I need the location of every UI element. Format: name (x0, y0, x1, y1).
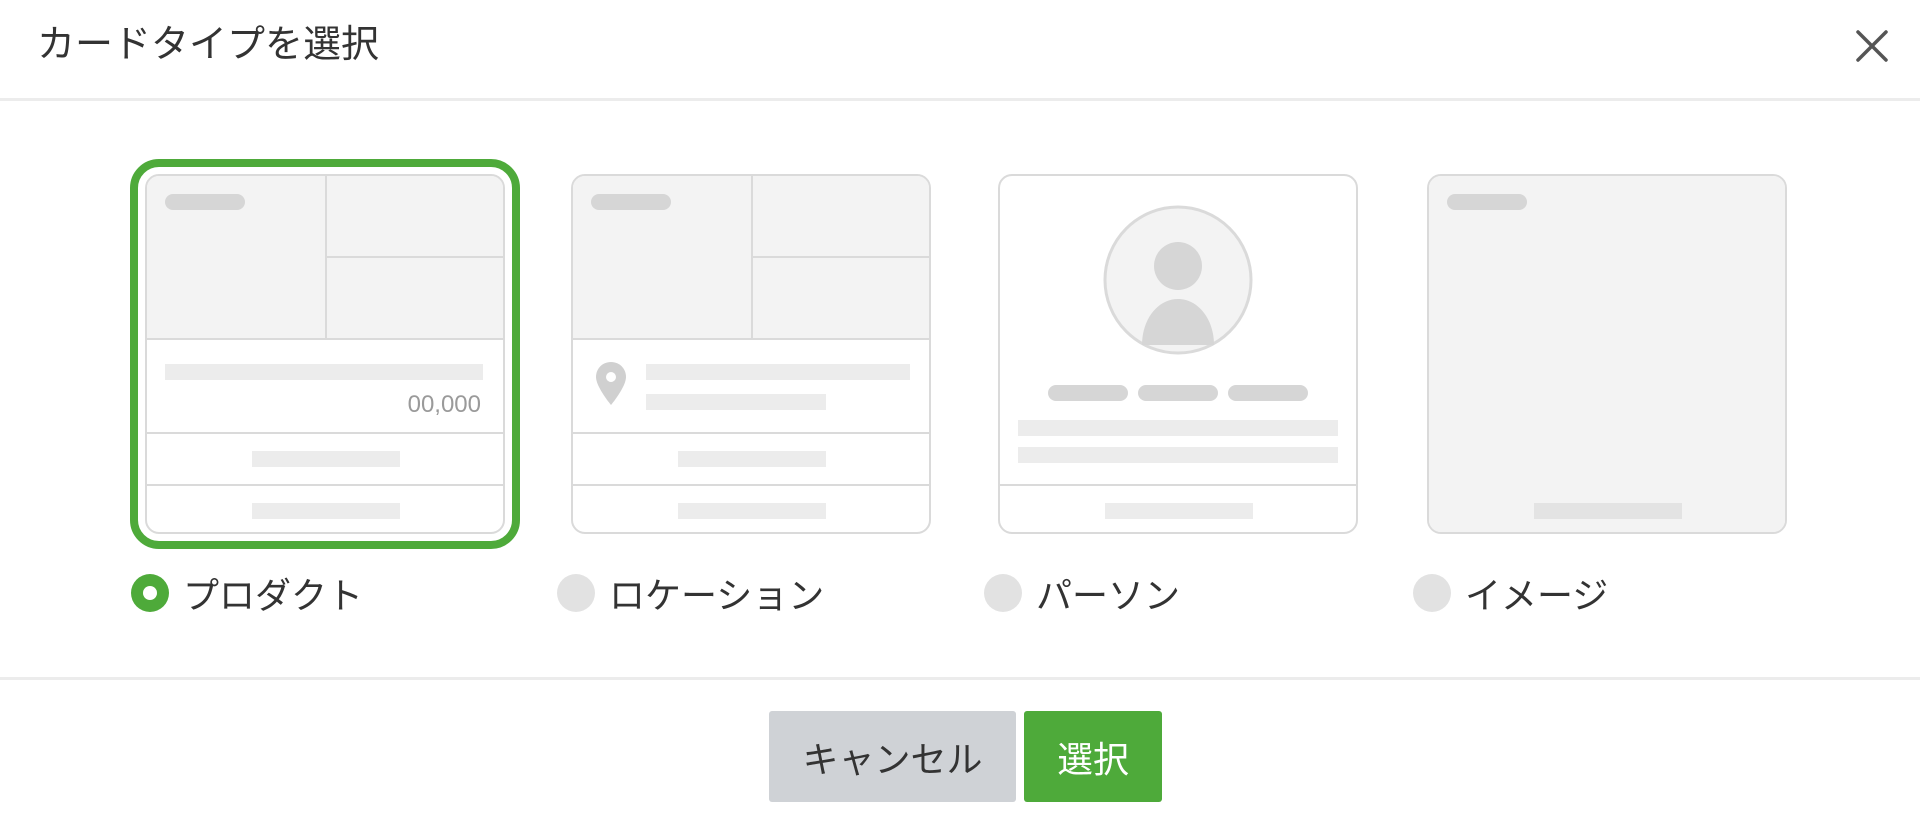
map-pin-icon (596, 362, 626, 405)
cancel-button[interactable]: キャンセル (769, 711, 1016, 802)
product-radio-row[interactable]: プロダクト (131, 568, 363, 618)
close-icon (1856, 30, 1888, 62)
image-radio-row[interactable]: イメージ (1413, 568, 1608, 618)
product-card-preview: 00,000 (130, 159, 520, 549)
select-button[interactable]: 選択 (1024, 711, 1162, 802)
radio-product[interactable] (131, 574, 169, 612)
option-label-location: ロケーション (609, 576, 825, 617)
option-label-image: イメージ (1465, 576, 1609, 617)
person-card-preview (998, 174, 1358, 534)
card-type-option-location[interactable]: ロケーション (557, 160, 937, 617)
option-label-product: プロダクト (183, 576, 364, 617)
header-divider (0, 98, 1920, 101)
person-radio-row[interactable]: パーソン (984, 568, 1180, 618)
image-card-preview (1427, 174, 1787, 534)
price-text: 00,000 (408, 391, 481, 418)
dialog-header: カードタイプを選択 (0, 0, 1920, 98)
radio-person[interactable] (984, 574, 1022, 612)
card-type-option-person[interactable]: パーソン (984, 160, 1364, 617)
close-button[interactable] (1850, 24, 1894, 68)
radio-location[interactable] (557, 574, 595, 612)
option-label-person: パーソン (1036, 576, 1181, 617)
footer-divider (0, 677, 1920, 680)
location-card-preview (571, 174, 931, 534)
card-type-option-product[interactable]: 00,000 プロダクト (130, 159, 520, 617)
card-type-option-image[interactable]: イメージ (1413, 160, 1793, 617)
radio-image[interactable] (1413, 574, 1451, 612)
location-radio-row[interactable]: ロケーション (557, 568, 824, 618)
person-avatar-icon (1103, 205, 1253, 355)
dialog-title: カードタイプを選択 (37, 22, 380, 66)
